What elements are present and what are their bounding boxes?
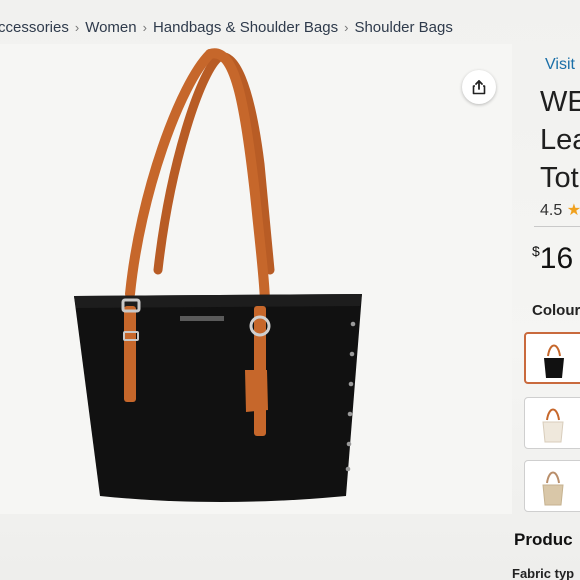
price-value: 16 (539, 242, 574, 275)
breadcrumb: Accessories › Women › Handbags & Shoulde… (0, 14, 453, 40)
visit-store-link[interactable]: Visit (545, 56, 575, 74)
price: $16 (532, 242, 573, 276)
fabric-type-label: Fabric typ (512, 566, 575, 580)
breadcrumb-separator: › (344, 19, 349, 35)
product-title-line-2: Lea (540, 124, 580, 156)
share-icon (472, 80, 486, 95)
breadcrumb-women[interactable]: Women (85, 19, 136, 36)
rating[interactable]: 4.5 ★ (540, 200, 580, 220)
product-details-heading: Produc (514, 530, 573, 549)
breadcrumb-shoulder-bags[interactable]: Shoulder Bags (354, 19, 452, 36)
price-currency: $ (532, 243, 540, 259)
breadcrumb-handbags[interactable]: Handbags & Shoulder Bags (153, 19, 338, 36)
product-image[interactable] (60, 44, 380, 514)
bag-logo-plate (180, 316, 224, 321)
breadcrumb-accessories[interactable]: Accessories (0, 19, 69, 36)
star-icon: ★ (566, 202, 580, 219)
beige-tote-thumbnail (542, 471, 564, 506)
colour-label: Colour (532, 302, 580, 319)
breadcrumb-separator: › (142, 19, 147, 35)
colour-swatch-beige[interactable] (524, 460, 580, 512)
rating-value: 4.5 (540, 202, 563, 219)
share-button[interactable] (462, 70, 496, 104)
product-title-line-1: WE (540, 86, 580, 118)
bag-body (74, 294, 362, 502)
breadcrumb-separator: › (74, 19, 80, 35)
colour-swatch-cream[interactable] (524, 397, 580, 449)
colour-swatch-black[interactable] (524, 332, 580, 384)
bag-strap-front-right (205, 48, 270, 309)
black-tote-thumbnail (544, 344, 564, 378)
cream-tote-thumbnail (542, 408, 564, 443)
divider (534, 226, 580, 227)
product-title-line-3: Tot (540, 162, 579, 194)
bag-strap-tab-left (124, 306, 136, 402)
product-page: Accessories › Women › Handbags & Shoulde… (0, 0, 580, 580)
